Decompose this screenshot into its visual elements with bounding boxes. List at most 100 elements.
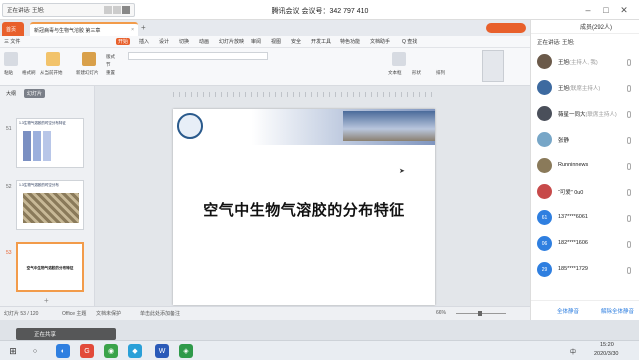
meeting-members-panel: 成员(292人) 正在讲话: 王旭; 王旭(主持人, 我) 王旭(联席主持人) 薇星… — [530, 20, 639, 320]
member-name: 137****6061 — [558, 214, 588, 220]
microphone-icon[interactable] — [627, 163, 631, 170]
slide-thumbnail-51[interactable]: 1.3生物气溶胶的时空分布特征 — [16, 118, 84, 168]
paste-icon[interactable] — [4, 52, 18, 66]
tab-document[interactable]: 新冠病毒与生物气溶胶 第三章 × — [30, 22, 138, 36]
menu-file[interactable]: 三 文件 — [4, 38, 20, 45]
clock-time[interactable]: 15:20 — [600, 342, 614, 348]
microphone-icon[interactable] — [627, 267, 631, 274]
paragraph-buttons[interactable] — [275, 52, 355, 60]
slide-thumbnail-52[interactable]: 1.3生物气溶胶的时空分布 — [16, 180, 84, 230]
doc-assistant-panel-button[interactable] — [482, 50, 504, 82]
member-row[interactable]: 张静 — [531, 128, 639, 152]
menu-doc-assistant[interactable]: 文档助手 — [370, 38, 390, 45]
wps-icon[interactable]: G — [80, 344, 94, 358]
arrange-button[interactable]: 排列 — [436, 70, 445, 76]
menu-design[interactable]: 设计 — [159, 38, 169, 45]
member-row[interactable]: 06 182****1606 — [531, 232, 639, 256]
member-row[interactable]: 29 185****1729 — [531, 258, 639, 282]
new-slide-button[interactable]: 新建幻灯片 — [76, 70, 99, 76]
slide-thumbnail-53-selected[interactable]: 空气中生物气溶胶的分布特征 — [16, 242, 84, 292]
app-icon[interactable]: ◈ — [179, 344, 193, 358]
slide-title[interactable]: 空气中生物气溶胶的分布特征 — [173, 199, 435, 220]
microphone-icon[interactable] — [627, 111, 631, 118]
menu-transition[interactable]: 切换 — [179, 38, 189, 45]
user-badge[interactable] — [486, 23, 526, 33]
member-row[interactable]: 61 137****6061 — [531, 206, 639, 230]
member-row[interactable]: “可爱” 0u0 — [531, 180, 639, 204]
menu-developer[interactable]: 开发工具 — [311, 38, 331, 45]
thumbnail-title: 1.3生物气溶胶的时空分布特征 — [19, 121, 66, 125]
play-from-current-icon[interactable] — [46, 52, 60, 66]
menu-review[interactable]: 审阅 — [251, 38, 261, 45]
avatar — [537, 80, 552, 95]
menu-animation[interactable]: 动画 — [199, 38, 209, 45]
add-slide-icon[interactable]: + — [44, 296, 49, 305]
input-language[interactable]: 中 — [570, 347, 576, 356]
maximize-icon[interactable]: □ — [600, 4, 612, 16]
menu-slideshow[interactable]: 幻灯片放映 — [219, 38, 244, 45]
play-from-current-button[interactable]: 从当前开始 — [40, 70, 63, 76]
protect-status[interactable]: 文档未保护 — [96, 310, 121, 317]
outline-tab[interactable]: 大纲 — [6, 90, 16, 97]
screen-share-banner[interactable]: 正在共享 — [16, 328, 116, 340]
meeting-number-title: 腾讯会议 会议号：342 797 410 — [271, 8, 369, 15]
current-slide[interactable]: 空气中生物气溶胶的分布特征 — [173, 109, 435, 305]
university-logo — [177, 113, 203, 139]
qq-icon[interactable]: ◆ — [128, 344, 142, 358]
member-row[interactable]: 薇星一同大(联席主持人) — [531, 102, 639, 126]
member-row[interactable]: 王旭(联席主持人) — [531, 76, 639, 100]
thumbnail-title: 空气中生物气溶胶的分布特征 — [26, 266, 74, 270]
wechat-icon[interactable]: ◉ — [104, 344, 118, 358]
slides-tab[interactable]: 幻灯片 — [24, 89, 46, 98]
paste-button[interactable]: 粘贴 — [4, 70, 13, 76]
tab-home[interactable]: 首页 — [2, 22, 24, 36]
textbox-icon[interactable] — [392, 52, 406, 66]
menu-security[interactable]: 安全 — [291, 38, 301, 45]
search-icon[interactable]: ○ — [28, 344, 42, 358]
thumbnail-title: 1.3生物气溶胶的时空分布 — [19, 183, 59, 187]
tencent-meeting-icon[interactable]: ◐ — [56, 344, 70, 358]
member-role: (联席主持人) — [569, 86, 601, 92]
section-button[interactable]: 节 — [106, 62, 111, 68]
microphone-icon[interactable] — [627, 241, 631, 248]
add-tab-icon[interactable]: + — [141, 23, 146, 32]
menu-search[interactable]: Q 查找 — [402, 38, 417, 45]
format-painter-button[interactable]: 格式刷 — [22, 70, 36, 76]
minimize-icon[interactable]: – — [582, 4, 594, 16]
member-row[interactable]: Runninnews — [531, 154, 639, 178]
menu-home[interactable]: 开始 — [116, 38, 131, 45]
clock-date[interactable]: 2020/3/30 — [594, 351, 618, 357]
notes-status[interactable]: 单击此处添加备注 — [140, 310, 180, 317]
slide-number: 53 — [6, 250, 12, 256]
microphone-icon[interactable] — [627, 215, 631, 222]
mute-all-button[interactable]: 全体静音 — [557, 307, 579, 315]
avatar: 06 — [537, 236, 552, 251]
avatar: 61 — [537, 210, 552, 225]
font-style-buttons[interactable] — [128, 64, 268, 72]
unmute-all-button[interactable]: 解除全体静音 — [601, 307, 634, 315]
share-banner-text: 正在共享 — [34, 332, 57, 338]
textbox-button[interactable]: 文本框 — [388, 70, 402, 76]
slide-editing-canvas[interactable]: 空气中生物气溶胶的分布特征 ➤ — [95, 86, 530, 306]
microphone-icon[interactable] — [627, 85, 631, 92]
microphone-icon[interactable] — [627, 59, 631, 66]
reset-button[interactable]: 重置 — [106, 70, 115, 76]
zoom-slider-thumb[interactable] — [478, 311, 482, 316]
slide-count-status: 幻灯片 53 / 120 — [4, 311, 39, 317]
microphone-icon[interactable] — [627, 137, 631, 144]
font-name-dropdown[interactable] — [128, 52, 268, 60]
start-menu-icon[interactable]: ⊞ — [6, 344, 20, 358]
close-icon[interactable]: ✕ — [618, 4, 630, 16]
word-icon[interactable]: W — [155, 344, 169, 358]
menu-insert[interactable]: 插入 — [139, 38, 149, 45]
member-actions-bar: 全体静音 解除全体静音 — [531, 300, 639, 320]
layout-button[interactable]: 版式 — [106, 54, 115, 60]
close-tab-icon[interactable]: × — [131, 27, 134, 33]
menu-view[interactable]: 视图 — [271, 38, 281, 45]
menu-features[interactable]: 特色功能 — [340, 38, 360, 45]
member-row[interactable]: 王旭(主持人, 我) — [531, 50, 639, 74]
shape-button[interactable]: 形状 — [412, 70, 421, 76]
new-slide-icon[interactable] — [82, 52, 96, 66]
theme-status: Office 主题 — [62, 311, 87, 317]
microphone-icon[interactable] — [627, 189, 631, 196]
